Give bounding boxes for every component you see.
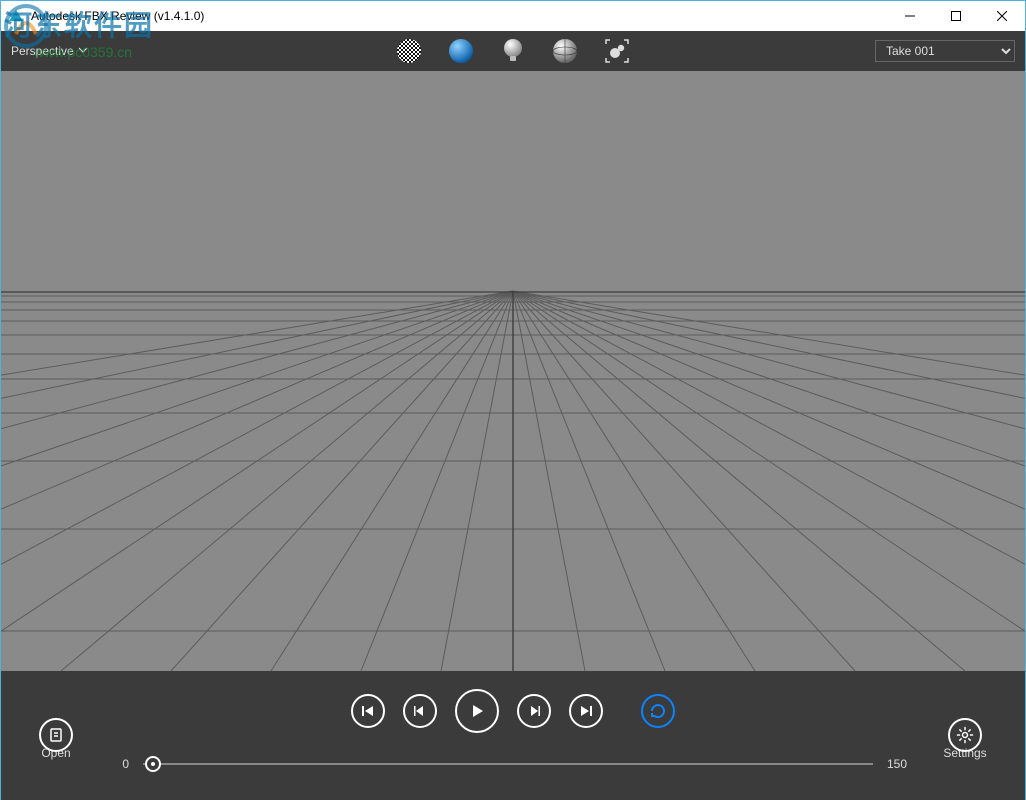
go-to-start-button[interactable] bbox=[351, 694, 385, 728]
frame-end-label: 150 bbox=[887, 757, 921, 771]
top-toolbar: Perspective bbox=[1, 31, 1025, 71]
open-file-button[interactable] bbox=[39, 718, 73, 752]
playback-row bbox=[1, 683, 1025, 739]
frame-start-label: 0 bbox=[95, 757, 129, 771]
view-mode-label: Perspective bbox=[11, 44, 74, 58]
loop-button[interactable] bbox=[641, 694, 675, 728]
shaded-mode-button[interactable] bbox=[446, 36, 476, 66]
lighting-mode-button[interactable] bbox=[498, 36, 528, 66]
step-back-button[interactable] bbox=[403, 694, 437, 728]
minimize-button[interactable] bbox=[887, 1, 933, 31]
take-select[interactable]: Take 001 bbox=[875, 40, 1015, 62]
window-title: Autodesk FBX Review (v1.4.1.0) bbox=[31, 9, 204, 23]
step-forward-button[interactable] bbox=[517, 694, 551, 728]
shading-mode-row bbox=[394, 36, 632, 66]
bottom-controls: Open 0 150 Settings bbox=[1, 671, 1025, 800]
wireframe-mode-button[interactable] bbox=[394, 36, 424, 66]
timeline-row: Open 0 150 Settings bbox=[1, 739, 1025, 789]
viewport-3d[interactable] bbox=[1, 71, 1025, 671]
timeline-thumb[interactable] bbox=[145, 756, 161, 772]
chevron-down-icon bbox=[78, 44, 88, 58]
play-button[interactable] bbox=[455, 689, 499, 733]
close-button[interactable] bbox=[979, 1, 1025, 31]
xray-mode-button[interactable] bbox=[550, 36, 580, 66]
window-titlebar: Autodesk FBX Review (v1.4.1.0) bbox=[1, 1, 1025, 31]
viewport-grid bbox=[1, 71, 1025, 671]
frame-selection-button[interactable] bbox=[602, 36, 632, 66]
view-mode-dropdown[interactable]: Perspective bbox=[11, 44, 88, 58]
timeline-slider[interactable] bbox=[143, 763, 873, 765]
go-to-end-button[interactable] bbox=[569, 694, 603, 728]
maximize-button[interactable] bbox=[933, 1, 979, 31]
settings-button[interactable] bbox=[948, 718, 982, 752]
app-icon bbox=[7, 7, 25, 25]
